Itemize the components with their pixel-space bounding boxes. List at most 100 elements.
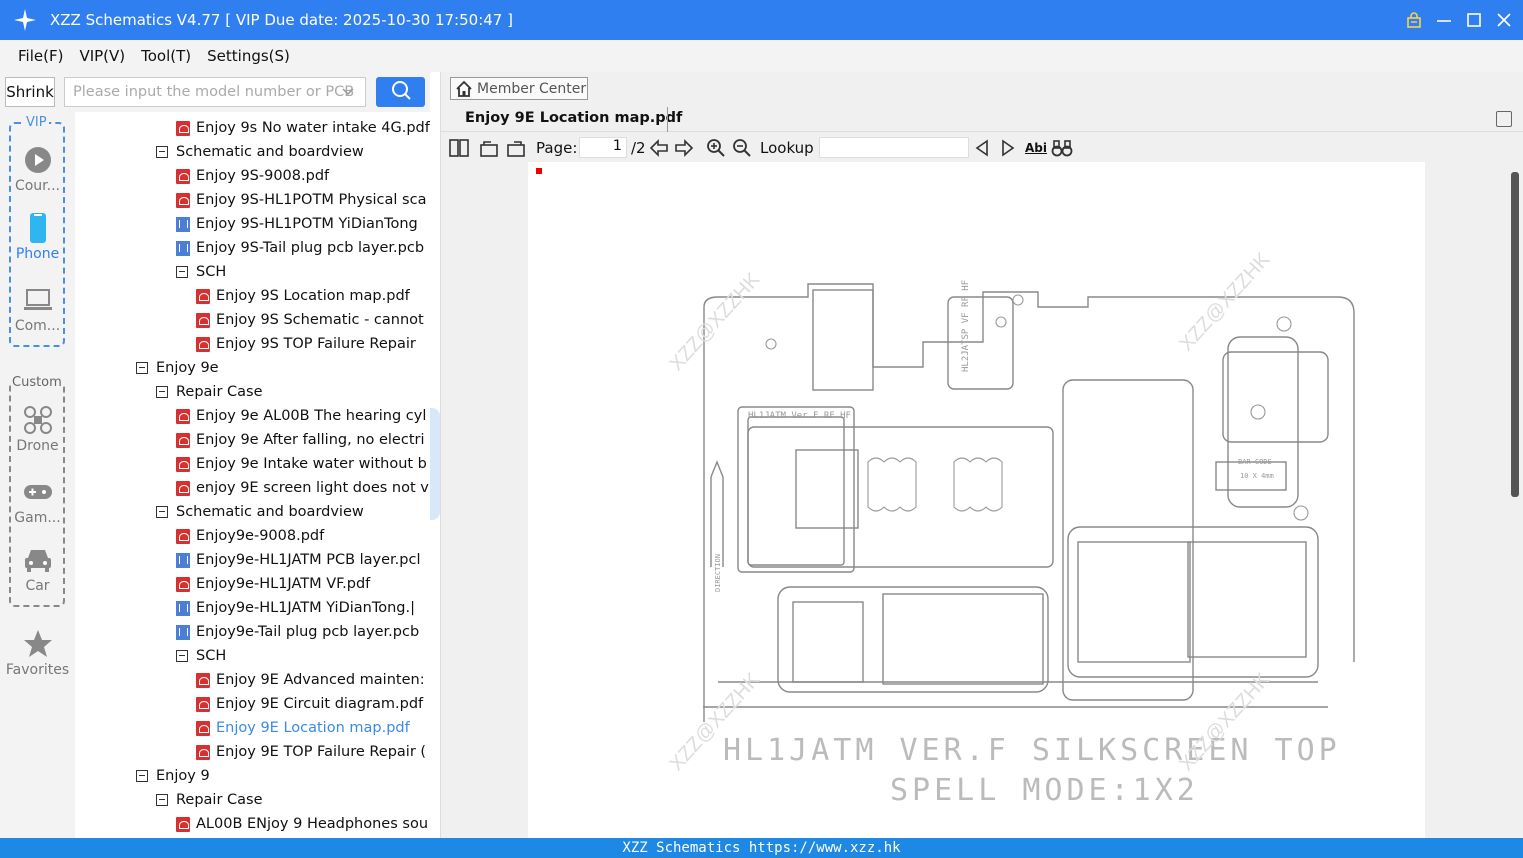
lookup-input[interactable] (819, 137, 969, 158)
tree-label: Enjoy9e-HL1JATM VF.pdf (196, 576, 371, 592)
tree-item[interactable]: Enjoy9e-HL1JATM VF.pdf (176, 572, 370, 596)
tree-item[interactable]: Enjoy 9S Schematic - cannot (196, 308, 424, 332)
tree-item[interactable]: Enjoy9e-9008.pdf (176, 524, 324, 548)
menu-vip[interactable]: VIP(V) (79, 47, 125, 65)
tree-item[interactable]: Enjoy 9S-HL1POTM Physical sca (176, 188, 426, 212)
search-input[interactable]: Please input the model number or PCB (64, 77, 366, 107)
zoom-out-icon[interactable] (732, 137, 752, 159)
pdf-icon (176, 456, 190, 472)
rail-item-drone[interactable]: Drone (0, 404, 75, 454)
silkscreen-mode-text: SPELL MODE:1X2 (890, 773, 1199, 808)
find-next-icon[interactable] (1000, 137, 1016, 159)
tree-label: Enjoy 9S-Tail plug pcb layer.pcb (196, 240, 425, 256)
tree-item[interactable]: Enjoy9e-Tail plug pcb layer.pcb (176, 620, 419, 644)
tree-folder[interactable]: Enjoy 9 (136, 764, 210, 788)
pdf-icon (176, 408, 190, 424)
pdf-icon (196, 288, 210, 304)
pdf-icon (176, 576, 190, 592)
footer-banner: XZZ Schematics https://www.xzz.hk (0, 838, 1523, 858)
rail-label: Cour... (14, 178, 61, 194)
tree-item[interactable]: Enjoy 9E TOP Failure Repair ( (196, 740, 426, 764)
rail-item-car[interactable]: Car (0, 544, 75, 594)
tree-label: Enjoy9e-HL1JATM YiDianTong.| (196, 600, 416, 616)
rail-item-games[interactable]: Gam... (0, 476, 75, 526)
tree-item-selected[interactable]: Enjoy 9E Location map.pdf (196, 716, 410, 740)
chevron-down-icon[interactable] (341, 85, 355, 99)
rotate-right-icon[interactable] (506, 137, 526, 159)
binoculars-icon[interactable] (1051, 137, 1073, 159)
rail-item-computer[interactable]: Com... (0, 284, 75, 334)
pdf-icon (176, 120, 190, 136)
shrink-button[interactable]: Shrink (5, 77, 55, 107)
collapse-icon[interactable] (176, 650, 188, 662)
two-page-icon[interactable] (449, 137, 469, 159)
prev-page-icon[interactable] (649, 137, 669, 159)
rail-item-favorites[interactable]: Favorites (0, 628, 75, 678)
member-center-button[interactable]: Member Center (450, 77, 588, 100)
tree-label: Repair Case (176, 792, 263, 808)
drone-icon (0, 404, 75, 436)
star-icon (0, 628, 75, 660)
tree-label: Enjoy 9 (156, 768, 210, 784)
tree-folder[interactable]: Schematic and boardview (156, 500, 364, 524)
tree-folder[interactable]: Repair Case (156, 380, 263, 404)
collapse-icon[interactable] (156, 794, 168, 806)
tree-folder[interactable]: SCH (176, 644, 226, 668)
tree-folder[interactable]: SCH (176, 260, 226, 284)
maximize-icon[interactable] (1463, 9, 1485, 31)
tree-item[interactable]: Enjoy9e-HL1JATM PCB layer.pcl (176, 548, 421, 572)
tree-item[interactable]: Enjoy 9S-Tail plug pcb layer.pcb (176, 236, 424, 260)
tree-item[interactable]: Enjoy 9s No water intake 4G.pdf (176, 116, 430, 140)
tree-item[interactable]: Enjoy 9S-9008.pdf (176, 164, 329, 188)
tree-item[interactable]: Enjoy 9E Advanced mainten: (196, 668, 425, 692)
pdf-page[interactable]: HL1JATM Ver.F RF HF BAR CODE 10 X 4mm DI… (528, 162, 1425, 838)
vip-tag: VIP (24, 115, 49, 130)
tree-folder[interactable]: Repair Case (156, 788, 263, 812)
tree-item[interactable]: Enjoy 9S TOP Failure Repair (196, 332, 416, 356)
tree-item[interactable]: Enjoy 9S-HL1POTM YiDianTong (176, 212, 418, 236)
collapse-panel-button[interactable] (430, 408, 440, 520)
rail-item-courses[interactable]: Cour... (0, 144, 75, 194)
menu-tool[interactable]: Tool(T) (141, 47, 191, 65)
collapse-icon[interactable] (156, 146, 168, 158)
collapse-icon[interactable] (136, 362, 148, 374)
minimize-icon[interactable] (1433, 9, 1455, 31)
tree-item[interactable]: Enjoy 9e After falling, no electri (176, 428, 425, 452)
tree-item[interactable]: Enjoy 9S Location map.pdf (196, 284, 410, 308)
tree-item[interactable]: Enjoy9e-HL1JATM YiDianTong.| (176, 596, 415, 620)
rotate-left-icon[interactable] (479, 137, 499, 159)
rail-label: Car (25, 578, 50, 594)
tree-folder[interactable]: Enjoy 9e (136, 356, 219, 380)
find-prev-icon[interactable] (974, 137, 990, 159)
collapse-icon[interactable] (156, 386, 168, 398)
category-rail: VIP Custom Cour... Phone Com... Drone Ga… (0, 112, 75, 838)
tree-item[interactable]: AL00B ENjoy 9 Headphones sou (176, 812, 428, 836)
tree-label: Enjoy 9s No water intake 4G.pdf (196, 120, 430, 136)
close-icon[interactable] (1493, 9, 1515, 31)
custom-tag: Custom (11, 375, 63, 390)
gamepad-icon (0, 476, 75, 508)
zoom-in-icon[interactable] (706, 137, 726, 159)
close-tab-icon[interactable] (1496, 111, 1512, 127)
tree-label: SCH (196, 648, 227, 664)
tree-item[interactable]: Enjoy 9e Intake water without b (176, 452, 427, 476)
match-case-icon[interactable]: Abi (1025, 137, 1047, 159)
collapse-icon[interactable] (156, 506, 168, 518)
tree-item[interactable]: enjoy 9E screen light does not v (176, 476, 429, 500)
menu-file[interactable]: File(F) (18, 47, 63, 65)
tree-item[interactable]: Enjoy 9E Circuit diagram.pdf (196, 692, 423, 716)
tab-document[interactable]: Enjoy 9E Location map.pdf (465, 110, 682, 126)
next-page-icon[interactable] (674, 137, 694, 159)
lock-icon[interactable] (1403, 9, 1425, 31)
tree-folder[interactable]: Schematic and boardview (156, 140, 364, 164)
rail-item-phone[interactable]: Phone (0, 212, 75, 262)
collapse-icon[interactable] (136, 770, 148, 782)
menu-settings[interactable]: Settings(S) (207, 47, 290, 65)
viewer-scrollbar[interactable] (1511, 172, 1519, 497)
tree-item[interactable]: Enjoy 9e AL00B The hearing cyl (176, 404, 426, 428)
tree-label: Enjoy9e-HL1JATM PCB layer.pcl (196, 552, 421, 568)
page-number-input[interactable]: 1 (579, 137, 627, 158)
direction-text: DIRECTION (714, 554, 722, 592)
search-button[interactable] (376, 77, 425, 107)
collapse-icon[interactable] (176, 266, 188, 278)
